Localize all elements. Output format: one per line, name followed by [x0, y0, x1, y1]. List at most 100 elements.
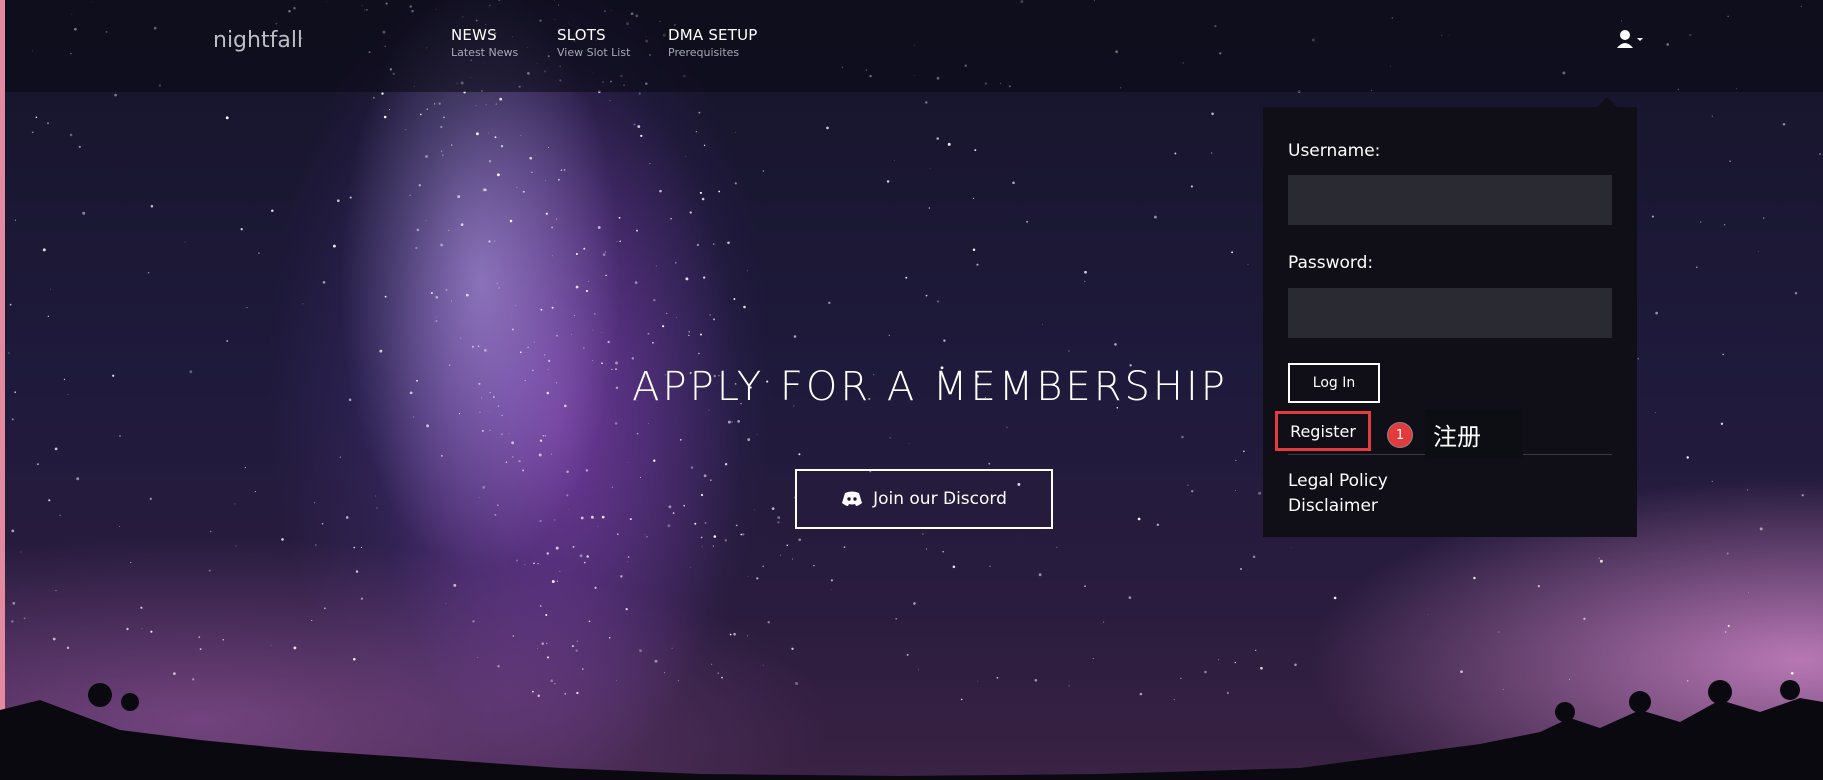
star — [1181, 435, 1184, 439]
star — [1651, 215, 1654, 218]
star — [481, 397, 483, 399]
star — [436, 316, 438, 318]
star — [616, 241, 618, 242]
star — [1240, 568, 1242, 570]
discord-button-label: Join our Discord — [873, 489, 1007, 509]
annotation-step-badge: 1 — [1388, 423, 1412, 447]
star — [554, 302, 556, 304]
star — [988, 462, 991, 465]
star — [557, 178, 560, 181]
star — [1153, 215, 1157, 219]
star — [618, 216, 621, 219]
star — [119, 435, 121, 437]
star — [141, 628, 143, 630]
username-input[interactable] — [1288, 175, 1612, 225]
star — [488, 240, 491, 243]
star — [441, 455, 443, 457]
nav-item-slots[interactable]: SLOTS View Slot List — [557, 26, 630, 59]
star — [625, 608, 628, 611]
star — [611, 368, 613, 370]
star — [433, 103, 436, 105]
nav-item-dma-setup[interactable]: DMA SETUP Prerequisites — [668, 26, 758, 59]
password-input[interactable] — [1288, 288, 1612, 338]
star — [1042, 323, 1043, 325]
star — [50, 288, 51, 290]
star — [609, 100, 611, 102]
star — [943, 339, 946, 342]
star — [484, 349, 487, 352]
star — [828, 301, 831, 305]
star — [685, 277, 689, 281]
star — [889, 437, 891, 439]
star — [653, 298, 656, 302]
star — [448, 229, 450, 232]
star — [512, 456, 514, 458]
star — [539, 519, 542, 523]
star — [36, 463, 39, 466]
star — [587, 280, 590, 283]
star — [435, 296, 439, 299]
star — [631, 357, 635, 360]
star — [922, 533, 924, 535]
star — [14, 391, 16, 393]
star — [520, 351, 522, 354]
star — [409, 391, 413, 395]
star — [601, 332, 603, 333]
star — [695, 131, 697, 133]
star — [1686, 456, 1689, 459]
star — [547, 369, 549, 370]
star — [430, 292, 433, 294]
star — [42, 248, 46, 252]
star — [690, 566, 691, 568]
star — [63, 378, 66, 381]
star — [1252, 555, 1256, 559]
star — [637, 125, 641, 129]
star — [472, 620, 475, 623]
star — [499, 97, 503, 101]
star — [1026, 220, 1029, 223]
star — [718, 190, 721, 193]
star — [235, 545, 237, 547]
star — [1759, 527, 1763, 531]
star — [545, 212, 548, 215]
star — [375, 495, 377, 497]
register-link[interactable]: Register — [1275, 411, 1371, 451]
star — [688, 331, 690, 333]
star — [458, 413, 461, 415]
star — [972, 197, 975, 200]
star — [520, 134, 522, 136]
star — [20, 551, 22, 553]
star — [140, 606, 143, 609]
star — [440, 125, 443, 129]
join-discord-button[interactable]: Join our Discord — [795, 469, 1053, 529]
star — [8, 352, 10, 354]
star — [415, 246, 418, 250]
star — [258, 252, 260, 254]
star — [563, 404, 567, 408]
star — [1191, 490, 1194, 493]
star — [441, 154, 444, 157]
star — [493, 396, 495, 398]
star — [579, 554, 583, 558]
star — [1637, 357, 1640, 360]
star — [537, 562, 539, 565]
star — [754, 509, 756, 511]
user-menu-toggle[interactable] — [1615, 28, 1651, 50]
star — [636, 229, 638, 232]
star — [1190, 185, 1193, 188]
star — [733, 298, 736, 300]
star — [709, 314, 712, 316]
star — [82, 211, 86, 215]
star — [627, 462, 629, 464]
login-button[interactable]: Log In — [1288, 363, 1380, 403]
star — [516, 187, 518, 188]
nav-subtitle: Prerequisites — [668, 46, 740, 59]
brand-logo[interactable]: nightfall — [213, 28, 303, 53]
star — [566, 470, 569, 474]
legal-policy-link[interactable]: Legal Policy — [1288, 471, 1388, 491]
star — [689, 211, 692, 214]
nav-item-news[interactable]: NEWS Latest News — [451, 26, 518, 59]
star — [360, 546, 363, 548]
disclaimer-link[interactable]: Disclaimer — [1288, 496, 1378, 516]
star — [1156, 523, 1160, 527]
